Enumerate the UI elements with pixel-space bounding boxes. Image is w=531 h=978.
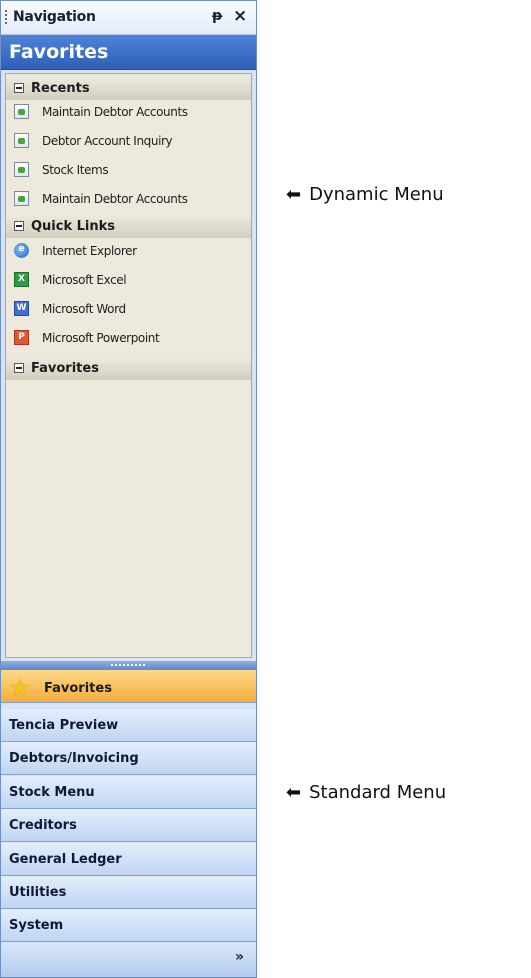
group-label: Favorites — [31, 361, 99, 376]
grip-dots — [111, 664, 147, 666]
powerpoint-icon: P — [14, 330, 29, 345]
recents-item[interactable]: Stock Items — [6, 157, 251, 184]
internet-explorer-icon: e — [14, 243, 29, 258]
annotation-text: Dynamic Menu — [309, 184, 444, 205]
quick-link-item[interactable]: W Microsoft Word — [6, 296, 251, 323]
nav-button-label: Utilities — [9, 885, 67, 900]
item-label: Internet Explorer — [42, 244, 137, 258]
arrow-left-icon: ⬅ — [286, 782, 302, 803]
collapse-icon[interactable] — [14, 83, 24, 93]
word-icon: W — [14, 301, 29, 316]
quick-link-item[interactable]: e Internet Explorer — [6, 238, 251, 265]
form-icon — [14, 191, 29, 206]
group-header-quick-links[interactable]: Quick Links — [6, 216, 251, 238]
group-label: Recents — [31, 81, 90, 96]
form-icon — [14, 133, 29, 148]
item-label: Debtor Account Inquiry — [42, 134, 173, 148]
nav-button-label: General Ledger — [9, 852, 122, 867]
nav-button-label: Favorites — [44, 681, 112, 696]
item-label: Microsoft Word — [42, 302, 126, 316]
nav-button-label: System — [9, 918, 64, 933]
nav-button-general-ledger[interactable]: General Ledger — [1, 843, 256, 876]
panel-title: Navigation — [13, 9, 96, 25]
quick-link-item[interactable]: X Microsoft Excel — [6, 267, 251, 294]
navigation-panel: Navigation ᵽ × Favorites Recents Maintai… — [0, 0, 257, 978]
group-label: Quick Links — [31, 219, 116, 234]
panel-titlebar[interactable]: Navigation ᵽ × — [1, 1, 256, 35]
pin-icon[interactable]: ᵽ — [212, 8, 222, 24]
nav-button-system[interactable]: System — [1, 909, 256, 942]
section-header: Favorites — [1, 35, 256, 70]
group-header-favorites[interactable]: Favorites — [6, 358, 251, 380]
recents-item[interactable]: Maintain Debtor Accounts — [6, 99, 251, 126]
drag-grip[interactable] — [5, 10, 7, 26]
item-label: Maintain Debtor Accounts — [42, 105, 188, 119]
form-icon — [14, 104, 29, 119]
nav-button-label: Debtors/Invoicing — [9, 751, 139, 766]
nav-button-label: Creditors — [9, 818, 77, 833]
dynamic-menu-area: Recents Maintain Debtor Accounts Debtor … — [5, 73, 252, 658]
recents-item[interactable]: Debtor Account Inquiry — [6, 128, 251, 155]
nav-button-label: Stock Menu — [9, 785, 95, 800]
nav-button-stock-menu[interactable]: Stock Menu — [1, 776, 256, 809]
nav-button-favorites[interactable]: ★ Favorites — [1, 670, 256, 703]
item-label: Microsoft Powerpoint — [42, 331, 160, 345]
nav-button-utilities[interactable]: Utilities — [1, 876, 256, 909]
star-icon: ★ — [9, 674, 31, 702]
collapse-icon[interactable] — [14, 221, 24, 231]
splitter-handle[interactable] — [1, 661, 256, 670]
excel-icon: X — [14, 272, 29, 287]
nav-button-debtors-invoicing[interactable]: Debtors/Invoicing — [1, 742, 256, 775]
collapse-icon[interactable] — [14, 363, 24, 373]
overflow-menu-button[interactable]: » — [1, 943, 256, 977]
nav-button-label: Tencia Preview — [9, 718, 119, 733]
close-icon[interactable]: × — [233, 6, 247, 26]
chevron-double-right-icon: » — [235, 949, 245, 965]
nav-button-tencia-preview[interactable]: Tencia Preview — [1, 709, 256, 742]
annotation-dynamic-menu: ⬅ Dynamic Menu — [286, 184, 444, 205]
nav-button-creditors[interactable]: Creditors — [1, 809, 256, 842]
annotation-text: Standard Menu — [309, 782, 447, 803]
section-header-title: Favorites — [9, 41, 109, 63]
item-label: Stock Items — [42, 163, 109, 177]
group-header-recents[interactable]: Recents — [6, 78, 251, 100]
annotation-standard-menu: ⬅ Standard Menu — [286, 782, 446, 803]
recents-item[interactable]: Maintain Debtor Accounts — [6, 186, 251, 213]
quick-link-item[interactable]: P Microsoft Powerpoint — [6, 325, 251, 352]
item-label: Maintain Debtor Accounts — [42, 192, 188, 206]
form-icon — [14, 162, 29, 177]
arrow-left-icon: ⬅ — [286, 184, 302, 205]
item-label: Microsoft Excel — [42, 273, 127, 287]
